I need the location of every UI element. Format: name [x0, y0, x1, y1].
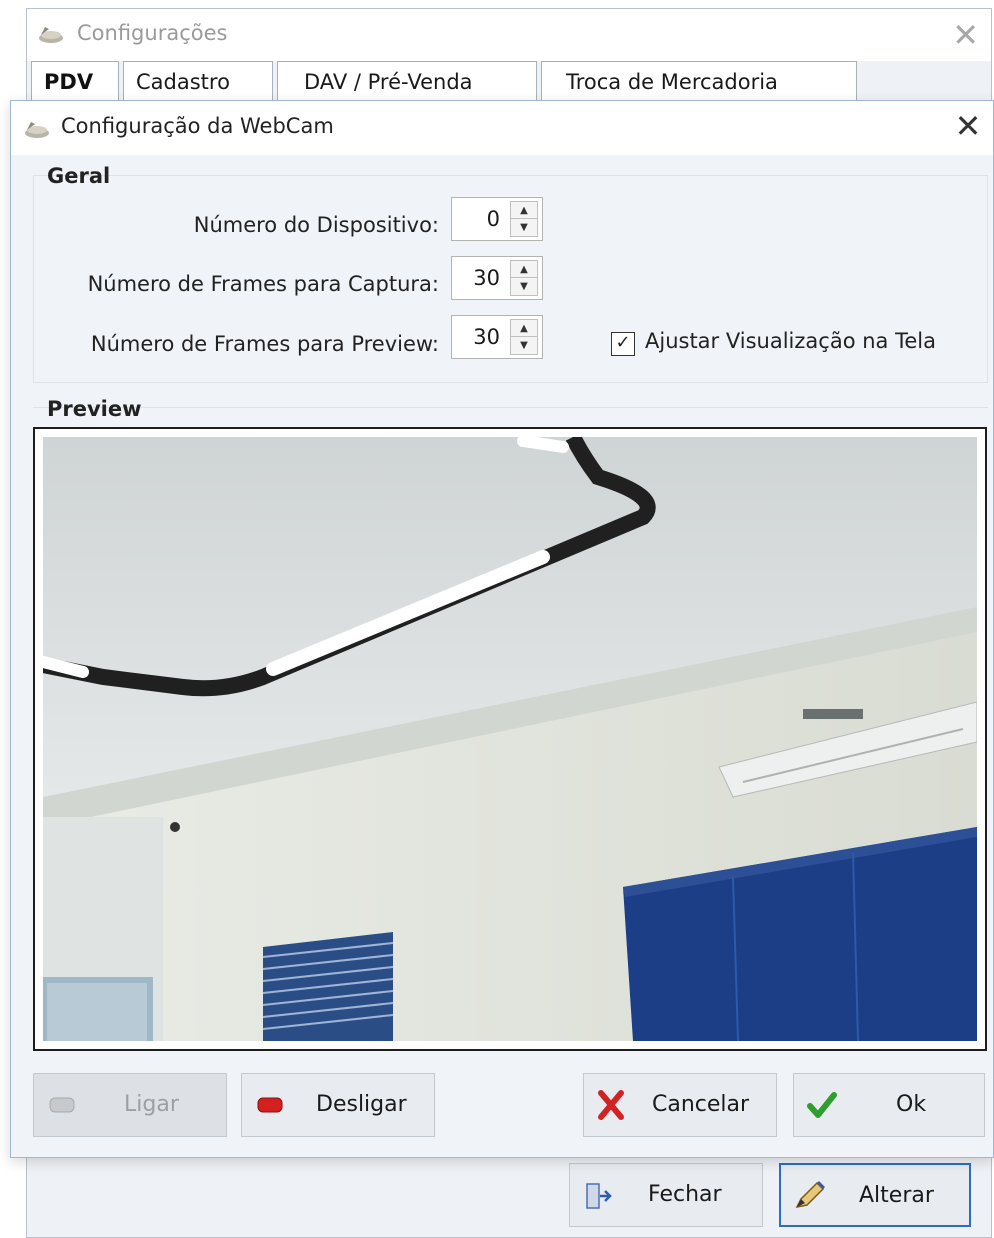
spin-up-icon[interactable]: ▲	[511, 320, 537, 337]
spinner-buttons: ▲ ▼	[510, 260, 538, 296]
ligar-button[interactable]: Ligar	[33, 1073, 227, 1137]
checkmark-icon	[806, 1074, 838, 1136]
tab-dav-pre-venda[interactable]: DAV / Pré-Venda	[277, 61, 537, 103]
spinner-value[interactable]: 0	[452, 198, 506, 240]
pencil-edit-icon	[795, 1181, 825, 1209]
ligar-label: Ligar	[124, 1092, 179, 1117]
app-gear-icon	[25, 122, 49, 138]
numero-frames-preview-spinner[interactable]: 30 ▲ ▼	[451, 315, 543, 359]
alterar-label: Alterar	[859, 1183, 934, 1208]
ajustar-visualizacao-checkbox[interactable]: ✓	[611, 332, 635, 356]
configuracoes-title: Configurações	[77, 21, 228, 45]
led-red-icon	[256, 1074, 284, 1136]
spinner-buttons: ▲ ▼	[510, 319, 538, 355]
cancelar-label: Cancelar	[652, 1092, 750, 1117]
fechar-label: Fechar	[648, 1182, 722, 1207]
alterar-button[interactable]: Alterar	[779, 1163, 971, 1227]
desligar-button[interactable]: Desligar	[241, 1073, 435, 1137]
tab-cadastro[interactable]: Cadastro	[123, 61, 273, 103]
spinner-value[interactable]: 30	[452, 316, 506, 358]
webcam-preview-frame	[33, 427, 987, 1051]
spin-up-icon[interactable]: ▲	[511, 202, 537, 219]
spin-down-icon[interactable]: ▼	[511, 219, 537, 236]
numero-frames-captura-spinner[interactable]: 30 ▲ ▼	[451, 256, 543, 300]
webcam-preview-image	[43, 437, 977, 1041]
dialog-close-icon[interactable]: ✕	[949, 107, 987, 147]
led-off-icon	[48, 1074, 76, 1136]
webcam-config-dialog: Configuração da WebCam ✕ Geral Número do…	[10, 100, 994, 1158]
dialog-title: Configuração da WebCam	[61, 114, 334, 138]
preview-divider	[33, 407, 988, 408]
ok-label: Ok	[896, 1092, 927, 1117]
door-exit-icon	[586, 1183, 612, 1209]
ok-button[interactable]: Ok	[793, 1073, 985, 1137]
numero-dispositivo-spinner[interactable]: 0 ▲ ▼	[451, 197, 543, 241]
app-gear-icon	[39, 27, 63, 43]
tab-troca-de-mercadoria[interactable]: Troca de Mercadoria	[541, 61, 857, 103]
numero-dispositivo-label: Número do Dispositivo:	[193, 213, 439, 237]
close-x-icon	[596, 1074, 626, 1136]
geral-heading: Geral	[47, 164, 111, 188]
spin-down-icon[interactable]: ▼	[511, 337, 537, 354]
cancelar-button[interactable]: Cancelar	[583, 1073, 777, 1137]
tab-pdv[interactable]: PDV	[31, 61, 119, 103]
numero-frames-captura-label: Número de Frames para Captura:	[87, 272, 439, 296]
ajustar-visualizacao-label[interactable]: Ajustar Visualização na Tela	[645, 329, 936, 353]
configuracoes-close-icon[interactable]: ✕	[952, 15, 979, 55]
numero-frames-preview-label: Número de Frames para Preview:	[90, 332, 439, 356]
preview-heading: Preview	[47, 397, 142, 421]
spinner-buttons: ▲ ▼	[510, 201, 538, 237]
configuracoes-titlebar: Configurações ✕	[27, 9, 991, 61]
desligar-label: Desligar	[316, 1092, 407, 1117]
spinner-value[interactable]: 30	[452, 257, 506, 299]
spin-up-icon[interactable]: ▲	[511, 261, 537, 278]
fechar-button[interactable]: Fechar	[569, 1163, 763, 1227]
dialog-titlebar: Configuração da WebCam ✕	[11, 101, 993, 155]
spin-down-icon[interactable]: ▼	[511, 278, 537, 295]
